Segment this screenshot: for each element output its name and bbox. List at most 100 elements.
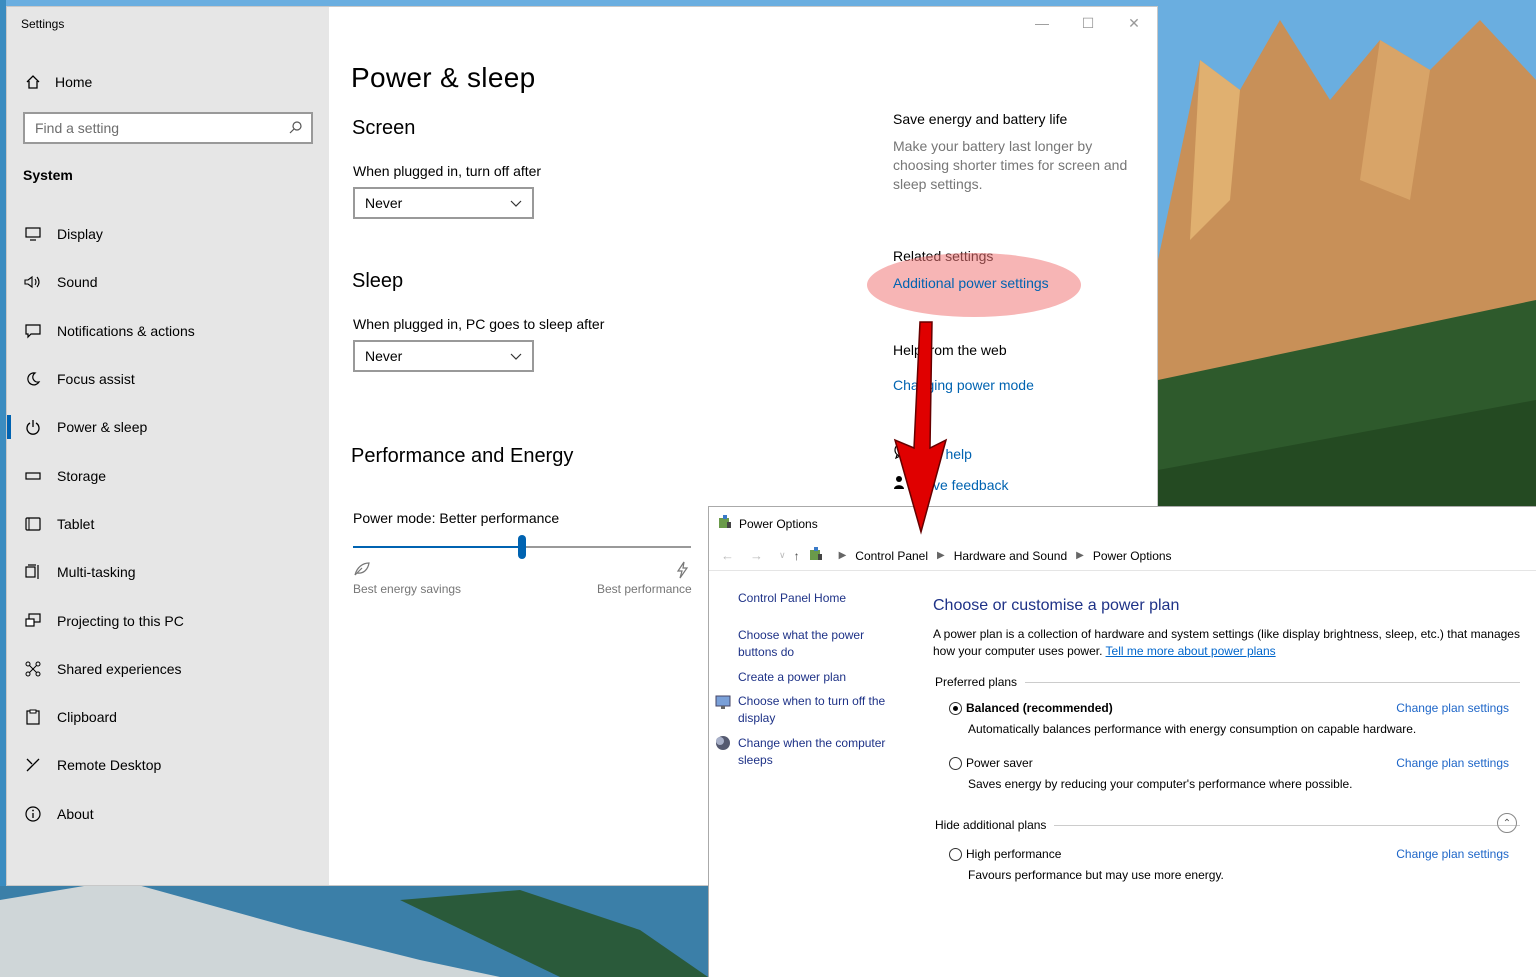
change-plan-settings-link[interactable]: Change plan settings	[1396, 847, 1509, 861]
sidebar-item-sound[interactable]: Sound	[7, 258, 329, 306]
sidebar-item-label: Sound	[57, 274, 98, 291]
sidebar-item-notifications-actions[interactable]: Notifications & actions	[7, 307, 329, 355]
system-nav-list: Display Sound Notifications & actions Focus…	[7, 210, 329, 838]
give-feedback-link[interactable]: Give feedback	[919, 477, 1009, 493]
get-help-item[interactable]: Get help	[893, 443, 972, 464]
plan-high-performance: High performance Favours performance but…	[949, 847, 1509, 882]
change-plan-settings-link[interactable]: Change plan settings	[1396, 756, 1509, 770]
turn-off-display-link[interactable]: Choose when to turn off the display	[738, 693, 898, 727]
forward-arrow-icon[interactable]: →	[750, 548, 763, 563]
high-performance-radio[interactable]	[949, 847, 962, 861]
preferred-plans-header: Preferred plans	[935, 675, 1520, 689]
notifications-icon	[23, 323, 43, 339]
power-mode-label: Power mode: Better performance	[353, 510, 560, 526]
sidebar-item-display[interactable]: Display	[7, 210, 329, 258]
give-feedback-item[interactable]: Give feedback	[893, 474, 1009, 495]
power-saver-radio[interactable]	[949, 756, 962, 770]
find-setting-search[interactable]	[23, 112, 313, 144]
sidebar-item-label: Storage	[57, 467, 107, 484]
breadcrumb-control-panel[interactable]: Control Panel	[855, 549, 928, 563]
back-arrow-icon[interactable]: ←	[721, 548, 734, 563]
power-plan-description: A power plan is a collection of hardware…	[933, 626, 1523, 660]
moon-icon	[23, 371, 43, 387]
address-bar: ← → ∨ ↑ ▶ Control Panel ▶ Hardware and S…	[709, 541, 1536, 571]
up-arrow-icon[interactable]: ↑	[794, 549, 800, 563]
collapse-chevron-up-icon[interactable]: ⌃	[1497, 813, 1517, 833]
settings-sidebar: Settings Home System Display Sound Notific…	[7, 7, 329, 885]
home-icon	[23, 74, 43, 90]
home-label: Home	[55, 74, 93, 90]
power-saver-plan-name[interactable]: Power saver	[966, 756, 1033, 770]
power-mode-slider[interactable]	[353, 535, 691, 559]
sidebar-item-tablet[interactable]: Tablet	[7, 500, 329, 548]
sleep-timeout-dropdown[interactable]: Never	[353, 340, 534, 372]
power-options-title: Power Options	[739, 516, 818, 531]
sidebar-item-multi-tasking[interactable]: Multi-tasking	[7, 548, 329, 596]
additional-power-settings-link[interactable]: Additional power settings	[893, 275, 1049, 291]
sidebar-item-clipboard[interactable]: Clipboard	[7, 693, 329, 741]
screen-timeout-dropdown[interactable]: Never	[353, 187, 534, 219]
save-energy-text: Make your battery last longer by choosin…	[893, 138, 1128, 192]
sidebar-item-storage[interactable]: Storage	[7, 451, 329, 499]
feedback-icon	[893, 474, 909, 495]
sidebar-item-label: About	[57, 805, 94, 822]
balanced-radio[interactable]	[949, 701, 962, 715]
shared-icon	[23, 661, 43, 677]
breadcrumb-power-options[interactable]: Power Options	[1093, 549, 1172, 563]
sidebar-item-shared-experiences[interactable]: Shared experiences	[7, 645, 329, 693]
changing-power-mode-link[interactable]: Changing power mode	[893, 377, 1034, 393]
section-system-label: System	[23, 167, 73, 183]
breadcrumb-hardware-sound[interactable]: Hardware and Sound	[954, 549, 1067, 563]
tell-me-more-link[interactable]: Tell me more about power plans	[1106, 644, 1276, 658]
display-icon	[23, 227, 43, 241]
screen-timeout-label: When plugged in, turn off after	[353, 163, 542, 179]
control-panel-icon	[808, 546, 824, 565]
sidebar-item-about[interactable]: About	[7, 790, 329, 838]
page-title: Power & sleep	[351, 62, 536, 93]
computer-sleeps-link[interactable]: Change when the computer sleeps	[738, 735, 898, 769]
tablet-icon	[23, 517, 43, 531]
sidebar-item-remote-desktop[interactable]: Remote Desktop	[7, 741, 329, 789]
hide-additional-plans-label[interactable]: Hide additional plans	[935, 818, 1046, 832]
slider-max-label: Best performance	[597, 582, 692, 596]
sidebar-item-label: Notifications & actions	[57, 322, 195, 339]
sleep-timeout-value: Never	[365, 348, 403, 364]
high-performance-plan-name[interactable]: High performance	[966, 847, 1061, 861]
plan-balanced: Balanced (recommended) Automatically bal…	[949, 701, 1509, 736]
control-panel-home-link[interactable]: Control Panel Home	[738, 590, 846, 607]
sleep-timeout-label: When plugged in, PC goes to sleep after	[353, 316, 605, 332]
search-icon[interactable]	[289, 120, 303, 137]
chevron-down-icon	[510, 348, 522, 364]
sidebar-item-power-sleep[interactable]: Power & sleep	[7, 403, 329, 451]
sidebar-item-label: Power & sleep	[57, 419, 148, 436]
change-plan-settings-link[interactable]: Change plan settings	[1396, 701, 1509, 715]
sidebar-item-label: Remote Desktop	[57, 757, 162, 774]
sidebar-item-label: Projecting to this PC	[57, 612, 184, 629]
screen-timeout-value: Never	[365, 195, 403, 211]
performance-heading: Performance and Energy	[351, 445, 574, 467]
sleep-moon-icon	[715, 735, 731, 756]
screen-heading: Screen	[352, 117, 416, 139]
plan-power-saver: Power saver Saves energy by reducing you…	[949, 756, 1509, 791]
balanced-plan-name[interactable]: Balanced (recommended)	[966, 701, 1113, 715]
sidebar-item-projecting-to-this-pc[interactable]: Projecting to this PC	[7, 596, 329, 644]
recent-dropdown-icon[interactable]: ∨	[779, 550, 786, 561]
hide-additional-plans-header[interactable]: Hide additional plans	[935, 818, 1520, 832]
breadcrumb-separator-icon: ▶	[1076, 550, 1084, 561]
create-power-plan-link[interactable]: Create a power plan	[738, 669, 846, 686]
projecting-icon	[23, 612, 43, 629]
balanced-plan-desc: Automatically balances performance with …	[968, 722, 1417, 736]
home-nav-item[interactable]: Home	[23, 71, 92, 93]
leaf-icon	[353, 561, 371, 582]
sleep-heading: Sleep	[352, 270, 404, 292]
slider-thumb[interactable]	[518, 535, 526, 559]
slider-min-label: Best energy savings	[353, 582, 462, 596]
multitasking-icon	[23, 564, 43, 580]
sidebar-item-focus-assist[interactable]: Focus assist	[7, 355, 329, 403]
search-input[interactable]	[35, 120, 289, 136]
divider	[1025, 681, 1520, 683]
power-buttons-link[interactable]: Choose what the power buttons do	[738, 627, 878, 661]
get-help-link[interactable]: Get help	[919, 446, 972, 462]
preferred-plans-label: Preferred plans	[935, 675, 1018, 689]
sound-icon	[23, 275, 43, 289]
